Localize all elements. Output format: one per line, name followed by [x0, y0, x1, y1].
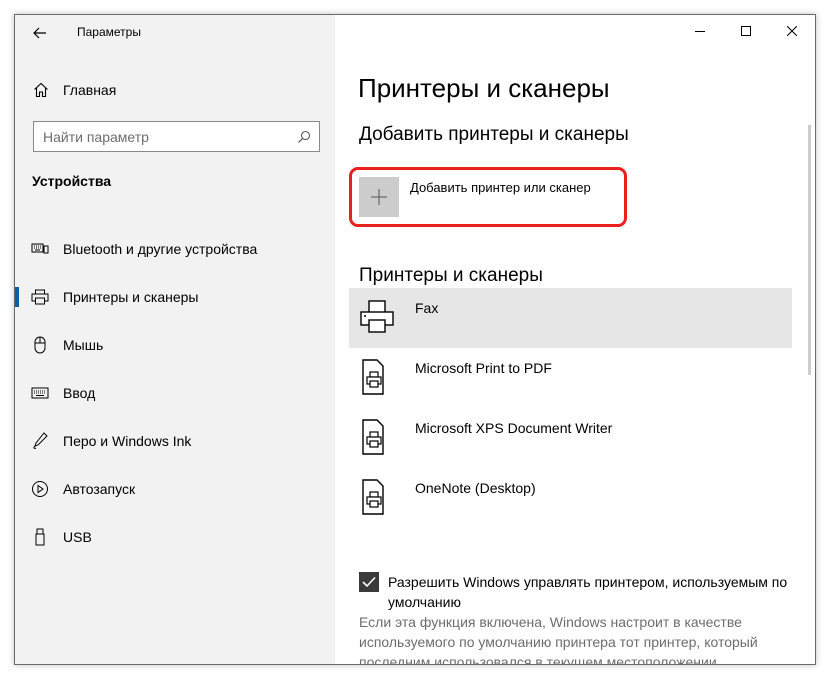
sidebar-item-usb[interactable]: USB [15, 513, 335, 561]
search-icon[interactable] [289, 130, 319, 144]
sidebar-item-label: Ввод [63, 385, 96, 401]
back-button[interactable] [29, 23, 51, 43]
printer-icon [31, 288, 49, 306]
search-placeholder: Найти параметр [43, 128, 149, 145]
home-icon [34, 82, 48, 98]
sidebar-item-printers[interactable]: Принтеры и сканеры [15, 273, 335, 321]
maximize-button[interactable] [723, 15, 769, 47]
sidebar-nav: Bluetooth и другие устройства Принтеры и… [15, 225, 335, 561]
sidebar-item-mouse[interactable]: Мышь [15, 321, 335, 369]
sidebar-item-pen[interactable]: Перо и Windows Ink [15, 417, 335, 465]
sidebar-item-label: Автозапуск [63, 481, 136, 497]
printer-name: Microsoft XPS Document Writer [415, 420, 613, 436]
minimize-button[interactable] [677, 15, 723, 47]
printer-item-fax[interactable]: Fax [349, 288, 792, 348]
printers-heading: Принтеры и сканеры [359, 265, 543, 286]
printer-list: Fax Microsoft Print to PDF Microsoft XPS… [349, 288, 792, 528]
main-content: Принтеры и сканеры Добавить принтеры и с… [335, 15, 815, 664]
minimize-icon [695, 31, 705, 32]
close-button[interactable] [769, 15, 815, 47]
sidebar-item-label: Bluetooth и другие устройства [63, 241, 258, 257]
document-printer-icon [362, 359, 384, 395]
printer-name: OneNote (Desktop) [415, 480, 536, 496]
sidebar-item-autoplay[interactable]: Автозапуск [15, 465, 335, 513]
printer-name: Microsoft Print to PDF [415, 360, 552, 376]
home-label: Главная [63, 82, 117, 98]
sidebar-item-label: Перо и Windows Ink [63, 433, 192, 449]
app-title: Параметры [77, 25, 141, 39]
sidebar-item-label: USB [63, 529, 92, 545]
mouse-icon [31, 336, 49, 354]
search-input[interactable]: Найти параметр [33, 121, 320, 152]
maximize-icon [741, 26, 751, 36]
printer-item-onenote[interactable]: OneNote (Desktop) [349, 468, 792, 528]
pen-icon [31, 432, 49, 450]
settings-window: Параметры Главная Найти параметр Устройс… [14, 14, 816, 665]
plus-icon [359, 177, 399, 217]
add-section-heading: Добавить принтеры и сканеры [359, 124, 629, 145]
page-title: Принтеры и сканеры [358, 73, 610, 103]
printer-name: Fax [415, 300, 439, 316]
add-printer-button[interactable]: Добавить принтер или сканер [359, 177, 591, 219]
scrollbar[interactable] [808, 125, 811, 375]
usb-icon [31, 528, 49, 546]
bluetooth-devices-icon [31, 240, 49, 258]
section-title-devices: Устройства [32, 173, 112, 189]
autoplay-icon [31, 480, 49, 498]
keyboard-icon [31, 384, 49, 402]
checkbox-label: Разрешить Windows управлять принтером, и… [388, 574, 788, 610]
document-printer-icon [362, 479, 384, 515]
sidebar-item-typing[interactable]: Ввод [15, 369, 335, 417]
window-controls [677, 15, 815, 47]
default-printer-checkbox[interactable]: Разрешить Windows управлять принтером, и… [359, 572, 799, 612]
sidebar-item-label: Принтеры и сканеры [63, 289, 199, 305]
printer-item-xps[interactable]: Microsoft XPS Document Writer [349, 408, 792, 468]
fax-printer-icon [360, 300, 394, 333]
sidebar-item-label: Мышь [63, 337, 104, 353]
document-printer-icon [362, 419, 384, 455]
printer-item-pdf[interactable]: Microsoft Print to PDF [349, 348, 792, 408]
checkbox-checked-icon[interactable] [359, 572, 379, 592]
add-printer-label: Добавить принтер или сканер [410, 180, 591, 195]
sidebar: Параметры Главная Найти параметр Устройс… [15, 15, 335, 664]
close-icon [787, 26, 797, 36]
checkbox-description: Если эта функция включена, Windows настр… [359, 614, 758, 665]
sidebar-item-bluetooth[interactable]: Bluetooth и другие устройства [15, 225, 335, 273]
back-arrow-icon [33, 27, 46, 39]
sidebar-item-home[interactable]: Главная [33, 79, 116, 101]
